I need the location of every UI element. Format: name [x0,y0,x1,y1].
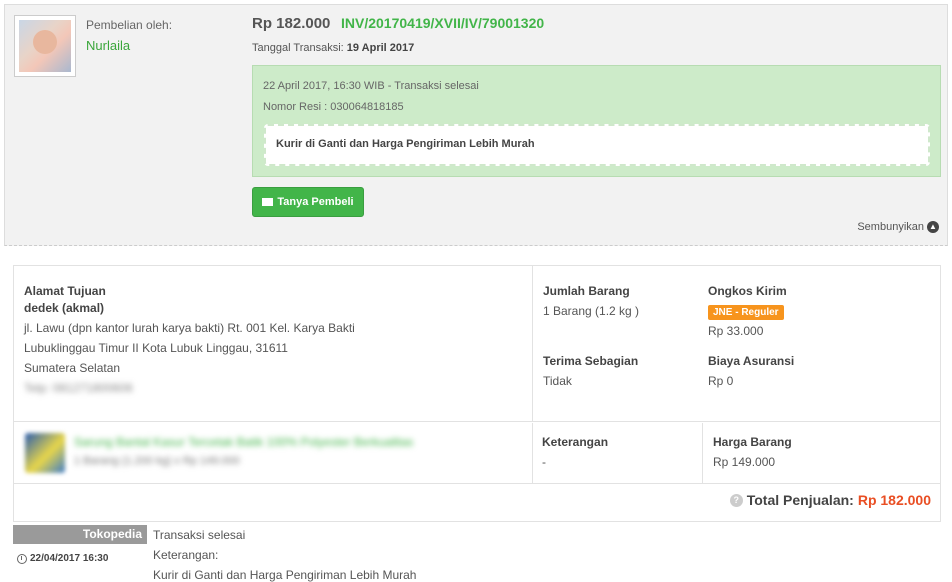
address-line: Lubuklinggau Timur II Kota Lubuk Linggau… [24,341,288,355]
ask-buyer-button[interactable]: Tanya Pembeli [252,187,364,217]
transaction-date: Tanggal Transaksi: 19 April 2017 [252,42,414,54]
order-detail: Alamat Tujuan dedek (akmal) jl. Lawu (dp… [13,265,941,522]
product-note-label: Keterangan [542,435,609,449]
invoice-link[interactable]: INV/20170419/XVII/IV/79001320 [341,15,544,31]
address-heading: Alamat Tujuan [24,284,106,298]
shipping-cost-cell: Ongkos Kirim JNE - Reguler Rp 33.000 [708,284,787,338]
quantity-value: 1 Barang (1.2 kg ) [543,304,640,318]
product-name-link[interactable]: Sarung Bantal Kasur Tercetak Batik 100% … [74,435,413,449]
quantity-cell: Jumlah Barang 1 Barang (1.2 kg ) [543,284,639,318]
address-line: Sumatera Selatan [24,361,121,375]
buyer-name-link[interactable]: Nurlaila [86,38,130,53]
insurance-label: Biaya Asuransi [708,354,795,368]
chevron-up-icon: ▲ [927,221,939,233]
quantity-label: Jumlah Barang [543,284,630,298]
hide-link[interactable]: Sembunyikan ▲ [857,221,939,233]
history-status: Transaksi selesai [153,528,246,542]
product-row: Sarung Bantal Kasur Tercetak Batik 100% … [14,423,533,484]
product-note-value: - [542,455,546,469]
shipping-cost-label: Ongkos Kirim [708,284,787,298]
buyer-avatar[interactable] [14,15,76,77]
product-price-cell: Harga Barang Rp 149.000 [703,423,941,484]
hide-label: Sembunyikan [857,221,924,233]
shipping-cost-value: Rp 33.000 [708,324,764,338]
product-price-label: Harga Barang [713,435,792,449]
partial-value: Tidak [543,374,572,388]
buyer-label: Pembelian oleh: [86,18,173,32]
product-image[interactable] [25,433,65,473]
order-price: Rp 182.000 [252,15,331,32]
address-line: jl. Lawu (dpn kantor lurah karya bakti) … [24,321,355,335]
order-info: Jumlah Barang 1 Barang (1.2 kg ) Ongkos … [533,266,941,422]
product-price-value: Rp 149.000 [713,455,776,469]
status-line: 22 April 2017, 16:30 WIB - Transaksi sel… [263,80,479,92]
transaction-date-label: Tanggal Transaksi: [252,42,344,54]
courier-badge: JNE - Reguler [708,305,784,320]
total-label: Total Penjualan: [746,492,854,508]
insurance-value: Rp 0 [708,374,734,388]
history-date: 22/04/2017 16:30 [17,553,108,564]
clock-icon [17,553,27,564]
partial-label: Terima Sebagian [543,354,639,368]
history-note: Kurir di Ganti dan Harga Pengiriman Lebi… [153,568,417,582]
seller-note: Kurir di Ganti dan Harga Pengiriman Lebi… [264,124,930,166]
order-header: Pembelian oleh: Nurlaila Rp 182.000 INV/… [4,4,948,246]
total-sales: ? Total Penjualan: Rp 182.000 [729,492,931,508]
envelope-icon [262,198,274,206]
history-date-value: 22/04/2017 16:30 [30,553,109,564]
product-quantity: 1 Barang (1.200 kg) x Rp 149.000 [74,455,240,467]
recipient-phone: Telp: 081271800606 [24,381,133,395]
total-value: Rp 182.000 [857,492,931,508]
tracking-number: Nomor Resi : 030064818185 [263,101,404,113]
help-icon[interactable]: ? [729,493,743,507]
ask-buyer-label: Tanya Pembeli [277,196,354,208]
shipping-address: Alamat Tujuan dedek (akmal) jl. Lawu (dp… [14,266,533,422]
transaction-date-value: 19 April 2017 [346,42,415,54]
insurance-cell: Biaya Asuransi Rp 0 [708,354,794,388]
recipient-name: dedek (akmal) [24,301,105,315]
product-note-cell: Keterangan - [533,423,703,484]
history-note-label: Keterangan: [153,548,219,562]
partial-cell: Terima Sebagian Tidak [543,354,638,388]
status-box: 22 April 2017, 16:30 WIB - Transaksi sel… [252,65,941,177]
history-tag: Tokopedia [13,525,147,544]
avatar-image [19,20,71,72]
